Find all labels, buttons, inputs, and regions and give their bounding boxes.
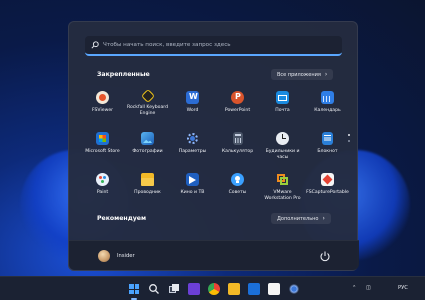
app-label: Будильники и часы xyxy=(265,149,300,160)
photos-icon xyxy=(141,132,154,145)
explorer-icon[interactable] xyxy=(228,283,240,295)
app-vmware[interactable]: VMware Workstation Pro xyxy=(260,171,305,208)
search-icon[interactable] xyxy=(148,283,160,295)
app-label: FSCapturePortable xyxy=(306,190,349,195)
page-dot-1[interactable] xyxy=(348,134,350,136)
power-icon[interactable] xyxy=(319,250,331,262)
app-movies-tv[interactable]: Кино и ТВ xyxy=(170,171,215,208)
app-label: Microsoft Store xyxy=(85,149,120,154)
app-label: VMware Workstation Pro xyxy=(264,190,301,201)
calendar-icon xyxy=(321,91,334,104)
app-label: Блокнот xyxy=(317,149,338,154)
network-icon[interactable]: ◫ xyxy=(366,285,371,291)
fscapture-icon xyxy=(321,173,334,186)
app-notepad[interactable]: Блокнот xyxy=(305,130,350,167)
app-label: Фотографии xyxy=(132,149,163,154)
app-tips[interactable]: Советы xyxy=(215,171,260,208)
notepad-icon xyxy=(322,132,333,145)
app-label: Почта xyxy=(275,108,290,113)
search-box[interactable] xyxy=(85,36,342,56)
app-label: Калькулятор xyxy=(221,149,254,154)
explorer-icon xyxy=(141,173,154,186)
app-explorer[interactable]: Проводник xyxy=(125,171,170,208)
app-label: FSViewer xyxy=(91,108,114,113)
recommended-title: Рекомендуем xyxy=(97,215,146,222)
tips-icon xyxy=(231,173,244,186)
vmware-icon xyxy=(276,173,289,186)
app-label: PowerPoint xyxy=(224,108,251,113)
language-indicator[interactable]: РУС xyxy=(398,285,408,291)
rockfall-icon xyxy=(140,88,155,104)
chrome-icon[interactable] xyxy=(208,283,220,295)
mail-icon[interactable] xyxy=(248,283,260,295)
more-label: Дополнительно xyxy=(277,215,319,222)
settings-icon[interactable] xyxy=(288,283,300,295)
app-calendar[interactable]: Календарь xyxy=(305,89,350,126)
app-label: Paint xyxy=(96,190,109,195)
pinned-apps-grid: FSViewer Rockfall Keyboard Engine W Word… xyxy=(80,88,350,208)
app-label: Word xyxy=(186,108,199,113)
chevron-right-icon: › xyxy=(324,70,328,78)
app-label: Проводник xyxy=(134,190,161,195)
tray-chevron-icon[interactable]: ⌃ xyxy=(352,285,356,291)
app-label: Rockfall Keyboard Engine xyxy=(126,105,169,116)
calculator-icon xyxy=(232,132,243,145)
app-powerpoint[interactable]: P PowerPoint xyxy=(215,89,260,126)
app-word[interactable]: W Word xyxy=(170,89,215,126)
taskbar: ⌃ ◫ РУС xyxy=(0,276,425,300)
more-button[interactable]: Дополнительно › xyxy=(271,213,331,224)
fscapture-icon[interactable] xyxy=(268,283,280,295)
search-input[interactable] xyxy=(103,42,342,48)
start-active-indicator xyxy=(131,298,137,300)
all-apps-button[interactable]: Все приложения › xyxy=(271,69,334,80)
app-label: Кино и ТВ xyxy=(180,190,205,195)
word-icon: W xyxy=(186,91,199,104)
store-icon xyxy=(96,132,109,145)
powerpoint-icon: P xyxy=(231,91,244,104)
start-button[interactable] xyxy=(128,283,140,295)
pinned-title: Закрепленные xyxy=(97,71,150,78)
page-dot-2[interactable] xyxy=(348,140,350,142)
app-fscapture[interactable]: FSCapturePortable xyxy=(305,171,350,208)
all-apps-label: Все приложения xyxy=(277,71,321,78)
page-indicator[interactable] xyxy=(348,134,350,142)
app-paint[interactable]: Paint xyxy=(80,171,125,208)
widgets-icon[interactable] xyxy=(188,283,200,295)
app-settings[interactable]: Параметры xyxy=(170,130,215,167)
user-avatar[interactable] xyxy=(98,250,110,262)
user-name[interactable]: Insider xyxy=(117,253,135,259)
app-microsoft-store[interactable]: Microsoft Store xyxy=(80,130,125,167)
app-label: Параметры xyxy=(178,149,207,154)
app-alarms-clock[interactable]: Будильники и часы xyxy=(260,130,305,167)
app-photos[interactable]: Фотографии xyxy=(125,130,170,167)
app-mail[interactable]: Почта xyxy=(260,89,305,126)
start-menu: Закрепленные Все приложения › FSViewer R… xyxy=(68,21,359,271)
app-rockfall[interactable]: Rockfall Keyboard Engine xyxy=(125,88,170,126)
mail-icon xyxy=(276,91,289,104)
app-calculator[interactable]: Калькулятор xyxy=(215,130,260,167)
app-label: Календарь xyxy=(314,108,341,113)
fsviewer-icon xyxy=(96,91,109,104)
paint-icon xyxy=(96,173,109,186)
task-view-icon[interactable] xyxy=(168,283,180,295)
alarms-icon xyxy=(276,132,289,145)
app-label: Советы xyxy=(228,190,247,195)
start-footer: Insider xyxy=(69,240,359,270)
movies-icon xyxy=(186,173,199,186)
chevron-right-icon: › xyxy=(322,214,325,222)
search-icon xyxy=(91,41,99,49)
app-fsviewer[interactable]: FSViewer xyxy=(80,89,125,126)
settings-icon xyxy=(186,132,199,145)
